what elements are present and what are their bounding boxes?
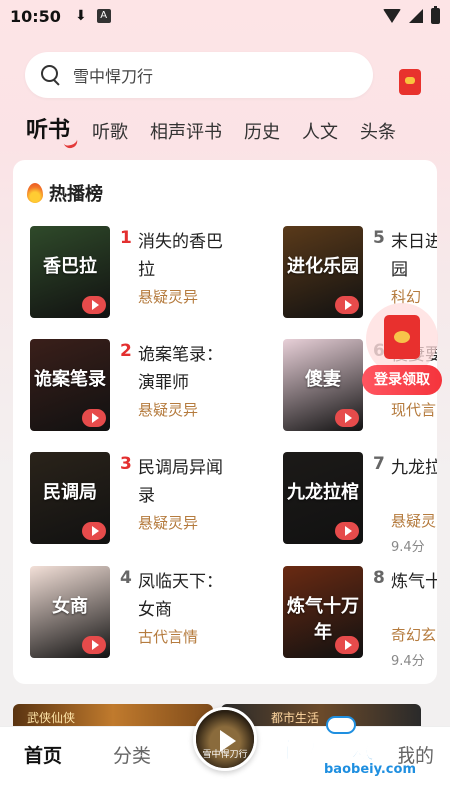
wifi-icon (383, 9, 401, 23)
now-playing-title: 雪中悍刀行 (202, 750, 248, 760)
play-icon[interactable] (82, 409, 106, 427)
book-cover[interactable]: 九龙拉棺 (283, 452, 363, 544)
book-rank: 5 (373, 228, 385, 248)
red-packet-button[interactable] (388, 60, 432, 104)
book-item[interactable]: 炼气十万年 8 炼气十万年 奇幻玄 9.4分 (283, 566, 437, 669)
book-category: 悬疑灵异 (138, 401, 199, 419)
download-icon: ⬇ (74, 8, 87, 24)
play-icon[interactable] (82, 296, 106, 314)
cover-title: 民调局 (43, 481, 97, 503)
search-bar[interactable]: 雪中悍刀行 (25, 52, 373, 98)
now-playing-button[interactable]: 雪中悍刀行 (193, 707, 257, 771)
book-category: 古代言情 (138, 628, 199, 646)
book-cover[interactable]: 女商 (30, 566, 110, 658)
book-category: 悬疑灵异 (138, 288, 199, 306)
book-rank: 8 (373, 568, 385, 588)
tab-listen-books[interactable]: 听书 (26, 112, 70, 152)
book-item[interactable]: 九龙拉棺 7 九龙拉棺 悬疑灵 9.4分 (283, 452, 437, 555)
book-title: 炼气十万年 (391, 572, 437, 592)
nav-category[interactable]: 分类 (113, 741, 151, 768)
cover-title: 傻妻 (305, 368, 341, 390)
book-rank: 2 (120, 341, 132, 361)
book-title: 凤临天下：女商 (138, 572, 223, 620)
book-category: 奇幻玄 (391, 626, 437, 644)
cover-title: 香巴拉 (43, 255, 97, 277)
cover-title: 进化乐园 (287, 255, 359, 277)
login-claim-button[interactable]: 登录领取 (362, 365, 442, 395)
cover-title: 诡案笔录 (34, 368, 106, 390)
status-bar: 10:50 ⬇ A (0, 0, 450, 32)
book-cover[interactable]: 诡案笔录 (30, 339, 110, 431)
book-rank: 1 (120, 228, 132, 248)
play-icon[interactable] (335, 409, 359, 427)
book-cover[interactable]: 进化乐园 (283, 226, 363, 318)
book-cover[interactable]: 炼气十万年 (283, 566, 363, 658)
tab-humanities[interactable]: 人文 (302, 118, 338, 152)
floating-red-packet[interactable]: 登录领取 (362, 303, 442, 403)
nav-home[interactable]: 首页 (24, 741, 62, 768)
book-rank: 3 (120, 454, 132, 474)
book-score: 9.4分 (391, 540, 425, 555)
book-item[interactable]: 女商 4 凤临天下：女商 古代言情 (30, 566, 230, 666)
tab-crosstalk[interactable]: 相声评书 (150, 118, 222, 152)
site-watermark: 宝贝游戏网 baobeiy.com (276, 716, 446, 780)
category-tabs: 听书 听歌 相声评书 历史 人文 头条 (0, 112, 450, 152)
book-category: 悬疑灵 (391, 512, 437, 530)
hot-list-header: 热播榜 (27, 180, 103, 206)
red-envelope-icon (384, 315, 420, 359)
red-packet-icon (399, 69, 421, 95)
search-input[interactable]: 雪中悍刀行 (73, 63, 153, 87)
book-title: 九龙拉棺 (391, 458, 437, 478)
tab-headlines[interactable]: 头条 (360, 118, 396, 152)
book-title: 末日进化乐园 (391, 232, 437, 280)
signal-icon (409, 9, 423, 23)
play-icon[interactable] (82, 636, 106, 654)
book-title: 消失的香巴拉 (138, 232, 223, 280)
status-time: 10:50 (10, 6, 61, 26)
cover-title: 女商 (52, 595, 88, 617)
book-item[interactable]: 香巴拉 1 消失的香巴拉 悬疑灵异 (30, 226, 230, 326)
book-cover[interactable]: 傻妻 (283, 339, 363, 431)
search-icon (41, 65, 61, 85)
watermark-text: 宝贝游戏网 (276, 736, 401, 765)
battery-icon (431, 6, 440, 24)
book-item[interactable]: 诡案笔录 2 诡案笔录：演罪师 悬疑灵异 (30, 339, 230, 439)
book-title: 诡案笔录：演罪师 (138, 345, 223, 393)
book-score: 9.4分 (391, 654, 425, 669)
hot-list-card: 热播榜 香巴拉 1 消失的香巴拉 悬疑灵异 诡案笔录 2 诡案笔录：演罪师 悬疑… (13, 160, 437, 684)
cover-title: 九龙拉棺 (287, 481, 359, 503)
book-rank: 4 (120, 568, 132, 588)
fire-icon (27, 183, 43, 203)
tab-history[interactable]: 历史 (244, 118, 280, 152)
book-cover[interactable]: 民调局 (30, 452, 110, 544)
play-icon[interactable] (335, 636, 359, 654)
app-notification-icon: A (96, 9, 111, 23)
play-icon[interactable] (335, 522, 359, 540)
book-rank: 7 (373, 454, 385, 474)
hot-list-title: 热播榜 (49, 184, 103, 205)
book-item[interactable]: 民调局 3 民调局异闻录 悬疑灵异 (30, 452, 230, 552)
book-category: 悬疑灵异 (138, 514, 199, 532)
book-title: 民调局异闻录 (138, 458, 223, 506)
watermark-url: baobeiy.com (324, 762, 416, 777)
play-icon[interactable] (335, 296, 359, 314)
book-cover[interactable]: 香巴拉 (30, 226, 110, 318)
play-icon[interactable] (82, 522, 106, 540)
tab-songs[interactable]: 听歌 (92, 118, 128, 152)
